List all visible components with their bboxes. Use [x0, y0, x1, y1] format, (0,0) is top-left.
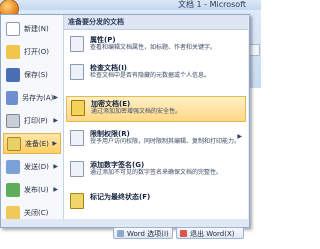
- submenu-item-description: 检查文档中是否有隐藏的元数据或个人信息。: [90, 72, 211, 79]
- office-menu-commands: 新建(N) 打开(O) 保存(S) 另存为(A) ▶ 打印(P) ▶ 准备(E)…: [1, 15, 64, 220]
- menu-item-new[interactable]: 新建(N): [3, 18, 61, 39]
- submenu-item-description: 授予用户访问权限，同时限制其编辑、复制和打印能力。: [90, 138, 241, 145]
- menu-item-save-as[interactable]: 另存为(A) ▶: [3, 87, 61, 108]
- options-icon: [117, 230, 124, 237]
- word-options-label: Word 选项(I): [127, 230, 169, 238]
- menu-item-label: 新建(N): [24, 24, 49, 33]
- menu-item-publish[interactable]: 发布(U) ▶: [3, 179, 61, 200]
- menu-item-label: 发布(U): [24, 185, 49, 194]
- publish-icon: [6, 182, 20, 197]
- submenu-item-encrypt[interactable]: 加密文档(E) 通过添加加密增强文档的安全性。: [66, 96, 246, 122]
- menu-item-send[interactable]: 发送(D) ▶: [3, 156, 61, 177]
- submenu-item-restrict-permission[interactable]: 限制权限(R) 授予用户访问权限，同时限制其编辑、复制和打印能力。 ▶: [66, 127, 246, 153]
- menu-item-prepare[interactable]: 准备(E) ▶: [3, 133, 61, 154]
- submenu-item-inspect[interactable]: 检查文档(I) 检查文档中是否有隐藏的元数据或个人信息。: [66, 61, 246, 87]
- submenu-arrow-icon: ▶: [52, 140, 57, 147]
- open-folder-icon: [6, 44, 20, 59]
- digital-signature-icon: [70, 161, 84, 177]
- submenu-heading: 准备要分发的文档: [64, 15, 248, 30]
- submenu-arrow-icon: ▶: [53, 117, 58, 124]
- properties-icon: [70, 36, 84, 52]
- submenu-arrow-icon: ▶: [53, 186, 58, 193]
- submenu-item-digital-signature[interactable]: 添加数字签名(G) 通过添加不可见的数字签名来确保文档的完整性。: [66, 158, 246, 184]
- restrict-permission-icon: [70, 130, 84, 146]
- menu-item-label: 保存(S): [24, 70, 48, 79]
- menu-item-label: 发送(D): [24, 162, 49, 171]
- print-icon: [6, 113, 20, 128]
- inspect-document-icon: [70, 64, 84, 80]
- mark-final-icon: [70, 193, 84, 209]
- menu-footer-bar: [1, 219, 249, 227]
- title-bar: 文档 1 - Microsoft: [0, 0, 261, 10]
- exit-icon: [180, 230, 187, 237]
- menu-item-label: 关闭(C): [24, 208, 49, 217]
- send-icon: [6, 159, 20, 174]
- window-title: 文档 1 - Microsoft: [178, 0, 247, 9]
- prepare-icon: [7, 136, 21, 151]
- submenu-item-mark-final[interactable]: 标记为最终状态(F): [66, 190, 246, 216]
- submenu-item-description: 查看和编辑文档属性，如标题、作者和关键字。: [90, 44, 217, 51]
- submenu-arrow-icon: ▶: [53, 94, 58, 101]
- menu-item-open[interactable]: 打开(O): [3, 41, 61, 62]
- new-document-icon: [6, 21, 20, 36]
- menu-item-print[interactable]: 打印(P) ▶: [3, 110, 61, 131]
- prepare-submenu: 准备要分发的文档 属性(P) 查看和编辑文档属性，如标题、作者和关键字。 检查文…: [64, 15, 248, 219]
- menu-item-save[interactable]: 保存(S): [3, 64, 61, 85]
- submenu-item-description: 通过添加加密增强文档的安全性。: [91, 108, 182, 115]
- encrypt-document-icon: [71, 100, 85, 116]
- submenu-arrow-icon: ▶: [53, 163, 58, 170]
- close-folder-icon: [6, 205, 20, 220]
- exit-word-button[interactable]: 退出 Word(X): [176, 227, 244, 239]
- submenu-arrow-icon: ▶: [237, 133, 242, 140]
- menu-item-label: 准备(E): [25, 139, 49, 148]
- save-as-icon: [6, 90, 19, 105]
- word-options-button[interactable]: Word 选项(I): [113, 227, 173, 239]
- exit-word-label: 退出 Word(X): [190, 230, 235, 238]
- submenu-item-properties[interactable]: 属性(P) 查看和编辑文档属性，如标题、作者和关键字。: [66, 33, 246, 59]
- office-menu: 新建(N) 打开(O) 保存(S) 另存为(A) ▶ 打印(P) ▶ 准备(E)…: [0, 14, 250, 228]
- menu-item-label: 打开(O): [24, 47, 49, 56]
- submenu-item-description: 通过添加不可见的数字签名来确保文档的完整性。: [90, 169, 223, 176]
- menu-item-label: 另存为(A): [22, 93, 54, 102]
- menu-item-label: 打印(P): [24, 116, 48, 125]
- submenu-item-title: 标记为最终状态(F): [90, 193, 151, 201]
- save-disk-icon: [6, 67, 20, 82]
